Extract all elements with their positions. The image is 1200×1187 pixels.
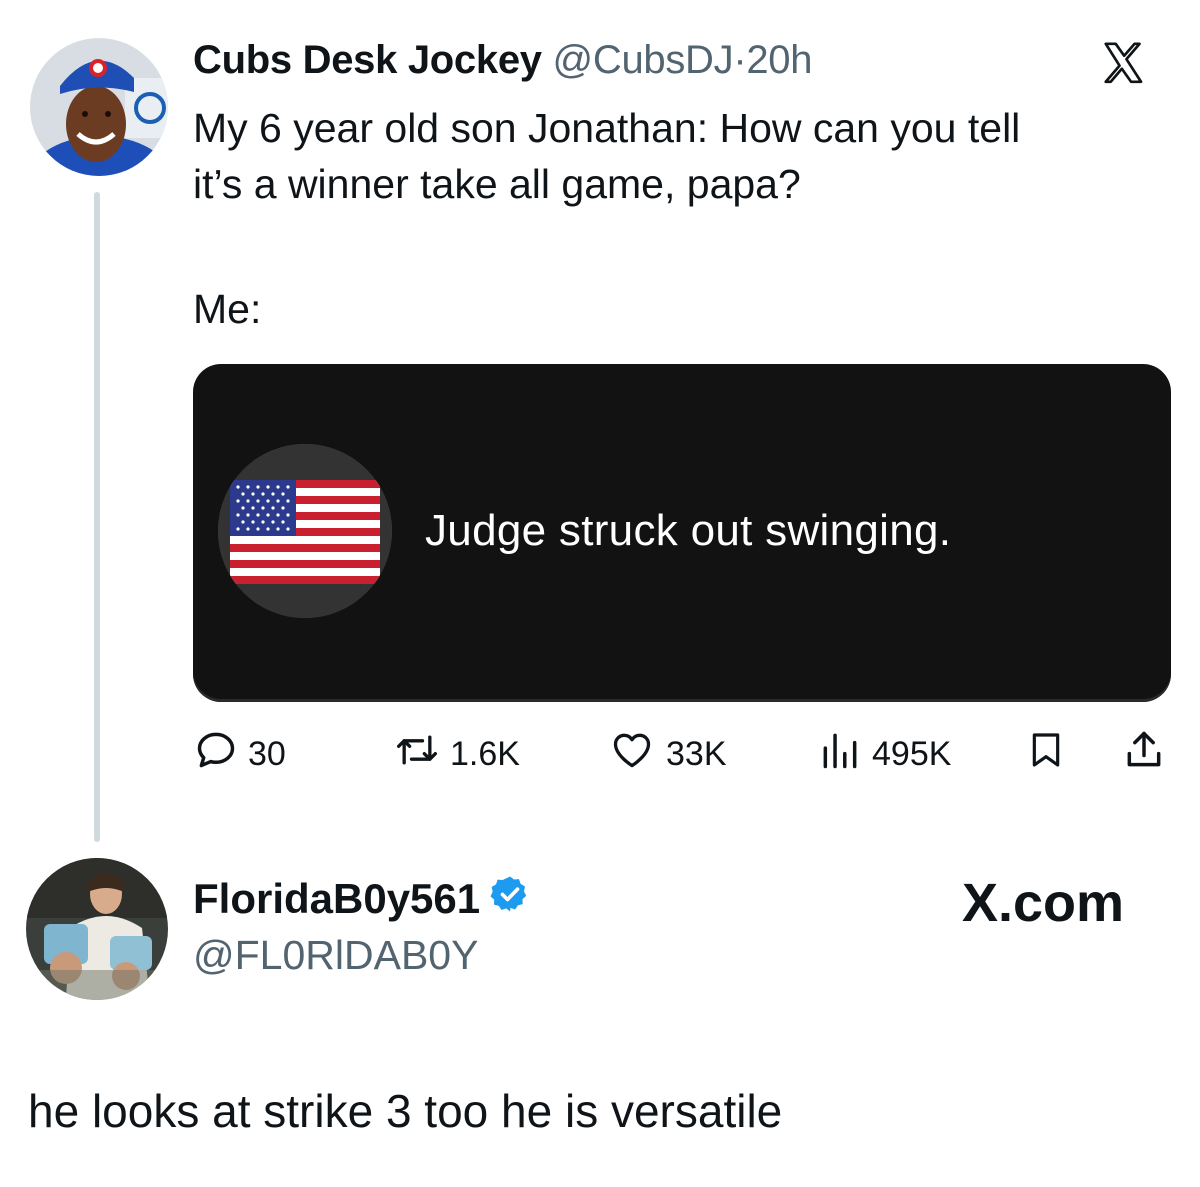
display-name[interactable]: Cubs Desk Jockey xyxy=(193,38,542,82)
reply-button[interactable]: 30 xyxy=(194,728,286,780)
like-button[interactable]: 33K xyxy=(608,728,727,780)
post-text-line: My 6 year old son Jonathan: How can you … xyxy=(193,105,1021,151)
avatar[interactable] xyxy=(30,38,168,176)
bookmark-icon xyxy=(1026,728,1066,781)
views-icon xyxy=(818,728,862,781)
post-text-me: Me: xyxy=(193,286,262,332)
heart-icon xyxy=(608,728,656,781)
separator: · xyxy=(733,38,747,82)
post-time[interactable]: 20h xyxy=(746,38,812,82)
repost-count: 1.6K xyxy=(450,734,520,773)
share-button[interactable] xyxy=(1122,728,1166,780)
views-count: 495K xyxy=(872,734,952,773)
reply-icon xyxy=(194,728,238,781)
verified-badge-icon xyxy=(490,874,530,924)
avatar[interactable] xyxy=(26,858,168,1000)
repost-icon xyxy=(394,728,440,781)
handle[interactable]: @FL0RlDAB0Y xyxy=(193,932,478,979)
post-text-line: it’s a winner take all game, papa? xyxy=(193,161,801,207)
us-flag-icon xyxy=(218,444,392,618)
reply-text: he looks at strike 3 too he is versatile xyxy=(28,1085,783,1137)
views-button[interactable]: 495K xyxy=(818,728,951,780)
platform-label: X.com xyxy=(962,873,1125,933)
reply-header: FloridaB0y561 xyxy=(193,874,530,924)
x-logo-icon xyxy=(1100,40,1146,86)
reply-count: 30 xyxy=(248,734,286,773)
bookmark-button[interactable] xyxy=(1026,728,1066,780)
card-text: Judge struck out swinging. xyxy=(425,506,952,555)
like-count: 33K xyxy=(666,734,727,773)
post-text: My 6 year old son Jonathan: How can you … xyxy=(193,100,1173,212)
display-name[interactable]: FloridaB0y561 xyxy=(193,875,480,923)
share-icon xyxy=(1122,728,1166,781)
post-header: Cubs Desk Jockey @CubsDJ·20h xyxy=(193,38,813,83)
repost-button[interactable]: 1.6K xyxy=(394,728,520,780)
thread-line xyxy=(94,192,100,842)
handle[interactable]: @CubsDJ xyxy=(553,38,734,82)
